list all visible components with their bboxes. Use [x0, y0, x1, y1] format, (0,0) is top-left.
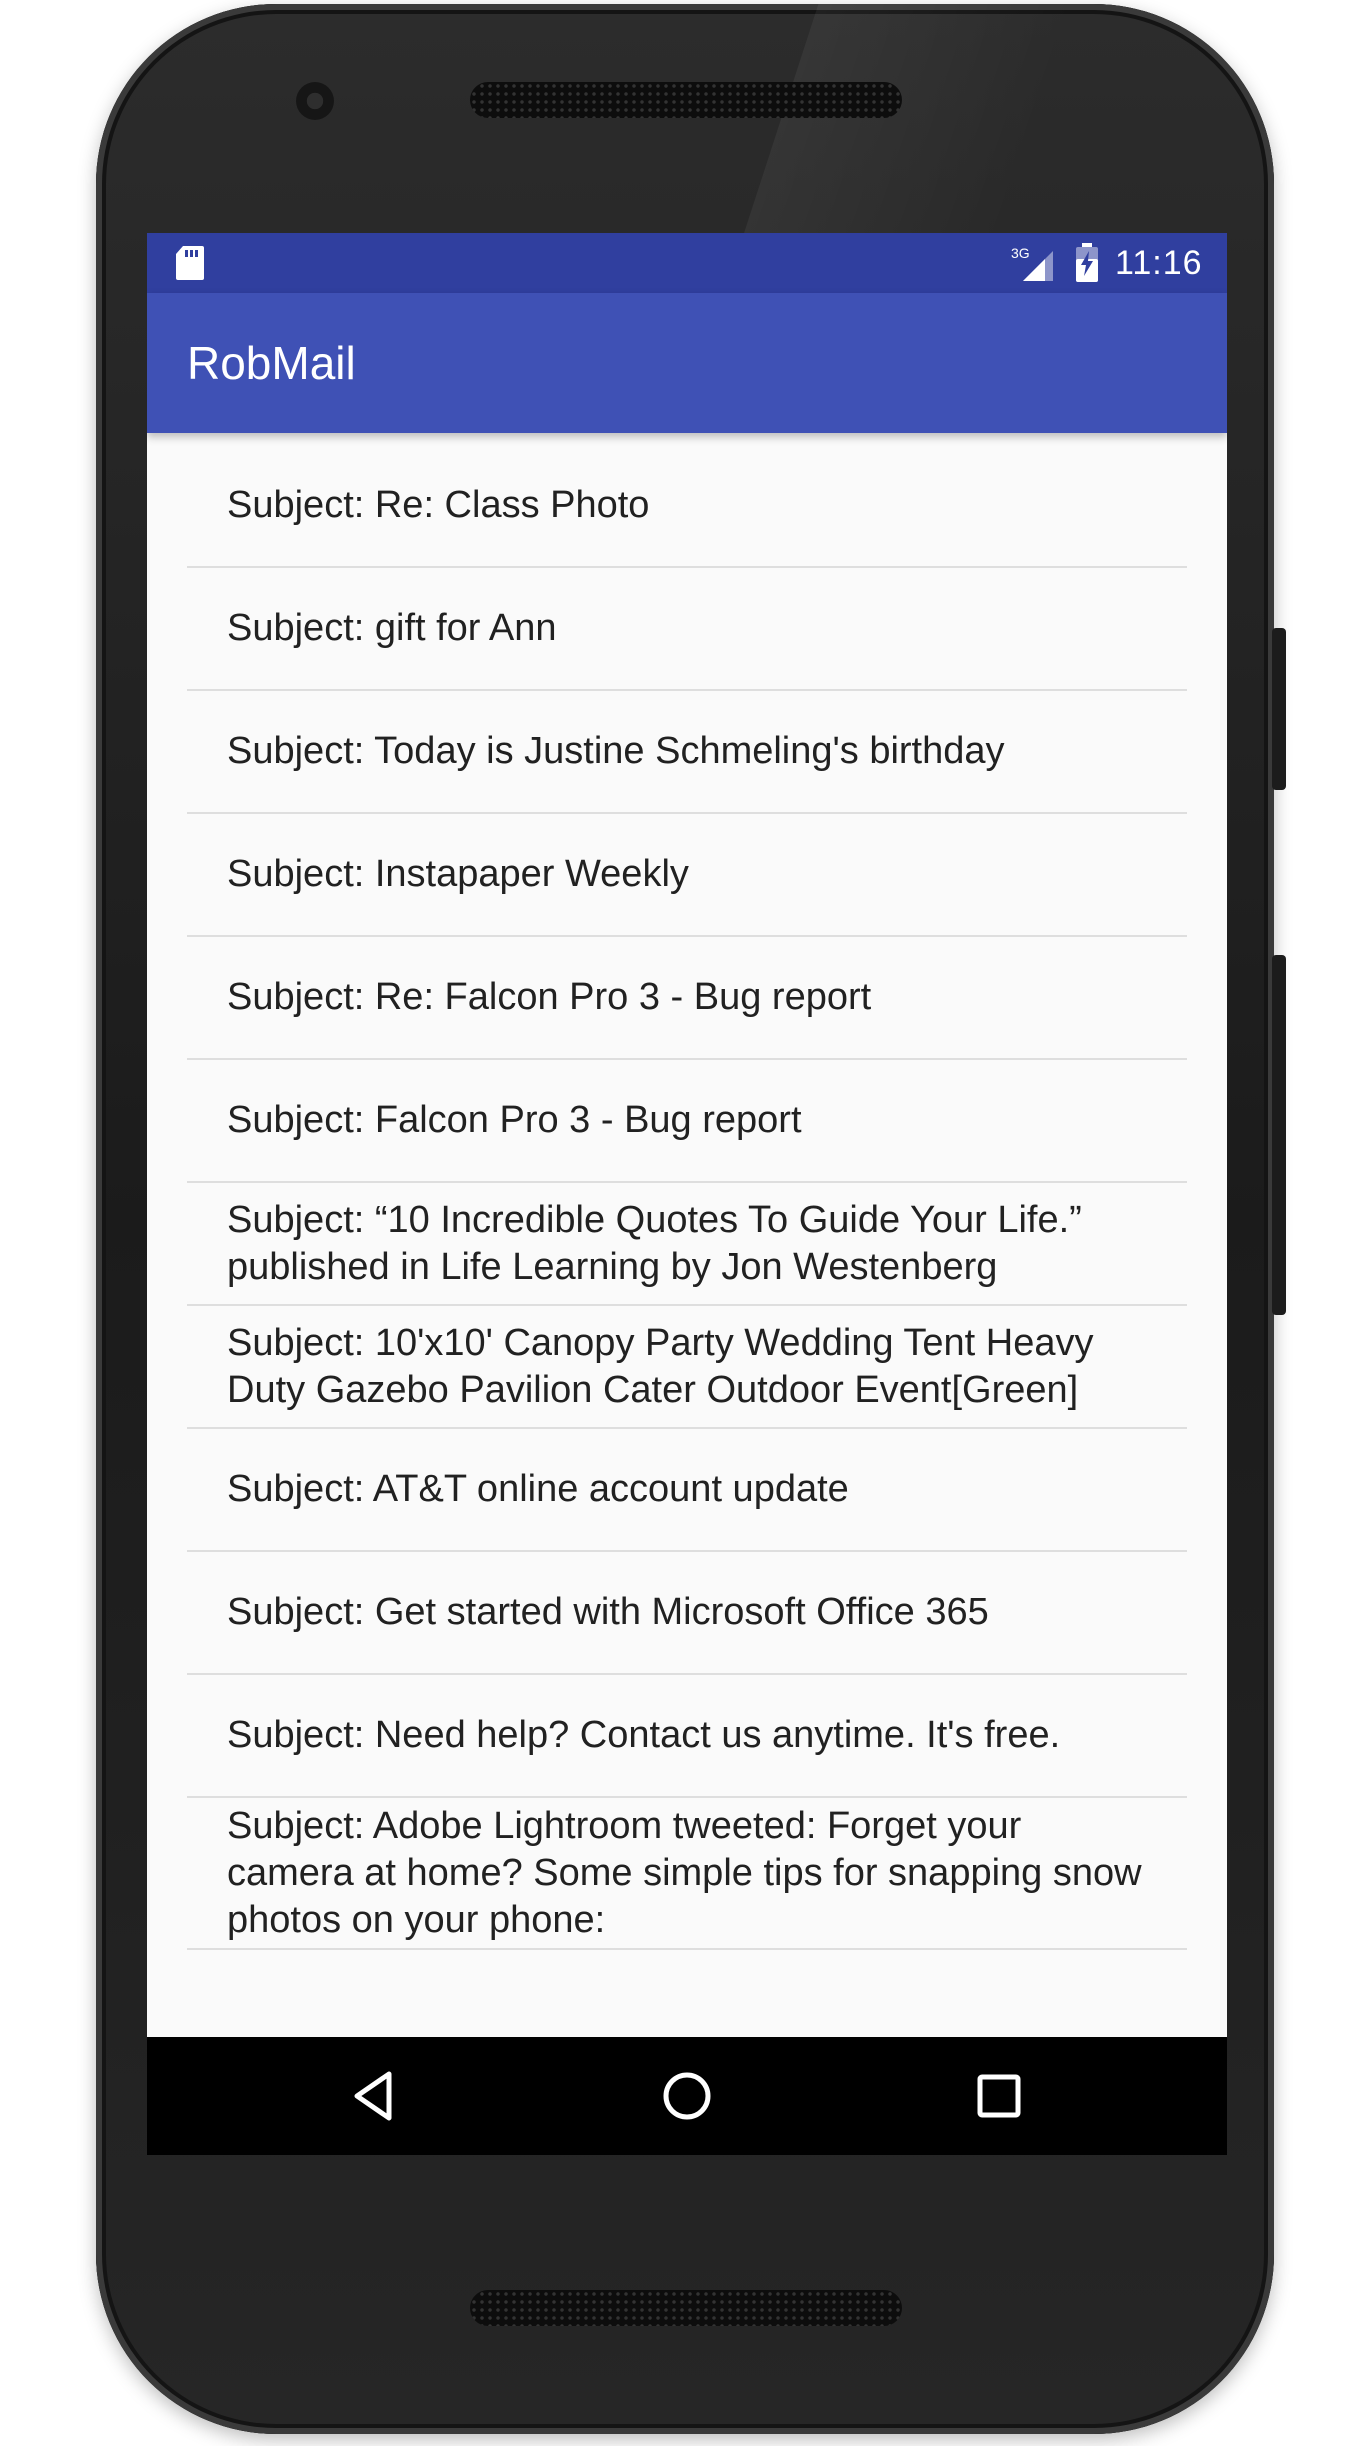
bottom-speaker	[470, 2290, 902, 2326]
mail-list-item[interactable]: Subject: 10'x10' Canopy Party Wedding Te…	[187, 1306, 1187, 1429]
cellular-signal-icon: 3G	[1011, 245, 1053, 281]
status-clock: 11:16	[1115, 244, 1203, 282]
mail-list-item[interactable]: Subject: AT&T online account update	[187, 1429, 1187, 1552]
mail-list-item[interactable]: Subject: Adobe Lightroom tweeted: Forget…	[187, 1798, 1187, 1950]
mail-subject: Subject: Re: Class Photo	[227, 484, 650, 526]
mail-subject: Subject: 10'x10' Canopy Party Wedding Te…	[227, 1321, 1094, 1411]
mail-subject: Subject: Re: Falcon Pro 3 - Bug report	[227, 976, 872, 1018]
mail-list-item[interactable]: Subject: Today is Justine Schmeling's bi…	[187, 691, 1187, 814]
mail-subject: Subject: Adobe Lightroom tweeted: Forget…	[227, 1804, 1142, 1941]
volume-button	[1272, 955, 1286, 1315]
mail-subject: Subject: Falcon Pro 3 - Bug report	[227, 1099, 802, 1141]
status-bar: 3G 11:16	[147, 233, 1227, 293]
screen: 3G 11:16 RobMail Subject: Re: Class Phot…	[147, 233, 1227, 2155]
mail-list-item[interactable]: Subject: Re: Falcon Pro 3 - Bug report	[187, 937, 1187, 1060]
mail-list-item[interactable]: Subject: gift for Ann	[187, 568, 1187, 691]
front-camera	[296, 82, 334, 120]
mail-subject: Subject: Need help? Contact us anytime. …	[227, 1714, 1061, 1756]
mail-subject: Subject: Get started with Microsoft Offi…	[227, 1591, 989, 1633]
battery-charging-icon	[1076, 243, 1098, 282]
earpiece-speaker	[470, 82, 902, 118]
network-type-label: 3G	[1011, 245, 1030, 261]
mail-list-item[interactable]: Subject: “10 Incredible Quotes To Guide …	[187, 1183, 1187, 1306]
mail-subject: Subject: gift for Ann	[227, 607, 557, 649]
app-title: RobMail	[187, 337, 356, 389]
mail-list-item[interactable]: Subject: Need help? Contact us anytime. …	[187, 1675, 1187, 1798]
navigation-bar	[147, 2037, 1227, 2155]
mail-subject: Subject: Today is Justine Schmeling's bi…	[227, 730, 1005, 772]
mail-list[interactable]: Subject: Re: Class Photo Subject: gift f…	[147, 433, 1227, 1950]
mail-list-item[interactable]: Subject: Re: Class Photo	[187, 445, 1187, 568]
mail-subject: Subject: “10 Incredible Quotes To Guide …	[227, 1198, 1082, 1288]
home-icon[interactable]	[655, 2064, 719, 2128]
app-bar: RobMail	[147, 293, 1227, 433]
mail-subject: Subject: AT&T online account update	[227, 1468, 849, 1510]
mail-list-item[interactable]: Subject: Get started with Microsoft Offi…	[187, 1552, 1187, 1675]
back-icon[interactable]	[343, 2064, 407, 2128]
power-button	[1272, 628, 1286, 790]
mail-list-item[interactable]: Subject: Instapaper Weekly	[187, 814, 1187, 937]
recents-icon[interactable]	[967, 2064, 1031, 2128]
sd-card-icon	[176, 246, 204, 280]
mail-list-item[interactable]: Subject: Falcon Pro 3 - Bug report	[187, 1060, 1187, 1183]
mail-subject: Subject: Instapaper Weekly	[227, 853, 689, 895]
